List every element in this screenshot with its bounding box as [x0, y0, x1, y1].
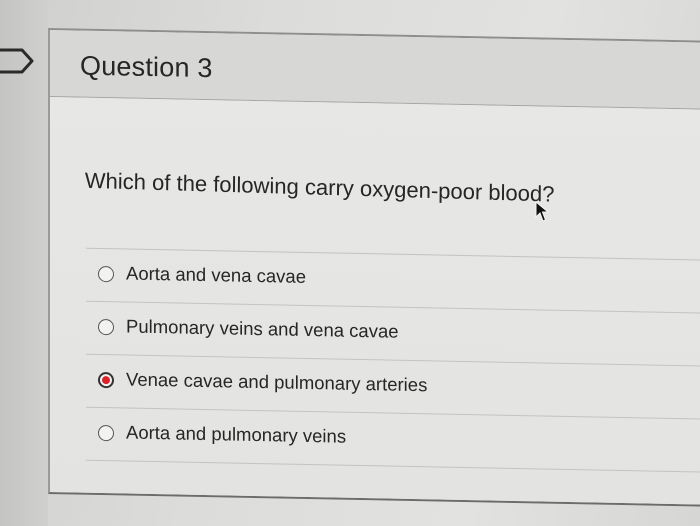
- question-body: Which of the following carry oxygen-poor…: [50, 97, 700, 505]
- question-card: Question 3 Which of the following carry …: [48, 28, 700, 507]
- question-title: Question 3: [80, 50, 213, 84]
- mouse-pointer-icon: [535, 201, 549, 222]
- radio-button[interactable]: [98, 265, 114, 283]
- radio-button[interactable]: [98, 424, 114, 442]
- flag-icon[interactable]: [0, 47, 38, 75]
- answer-label[interactable]: Aorta and vena cavae: [126, 262, 306, 287]
- answer-label[interactable]: Aorta and pulmonary veins: [126, 421, 346, 447]
- left-gutter: [0, 0, 48, 526]
- answer-label[interactable]: Pulmonary veins and vena cavae: [126, 315, 399, 342]
- answer-option-4[interactable]: Aorta and pulmonary veins: [86, 407, 700, 474]
- answer-list: Aorta and vena cavae Pulmonary veins and…: [86, 247, 700, 474]
- answer-label[interactable]: Venae cavae and pulmonary arteries: [126, 368, 427, 396]
- radio-button[interactable]: [98, 318, 114, 336]
- question-header: Question 3: [50, 30, 700, 110]
- question-text: Which of the following carry oxygen-poor…: [84, 167, 555, 207]
- radio-button-selected[interactable]: [98, 371, 114, 389]
